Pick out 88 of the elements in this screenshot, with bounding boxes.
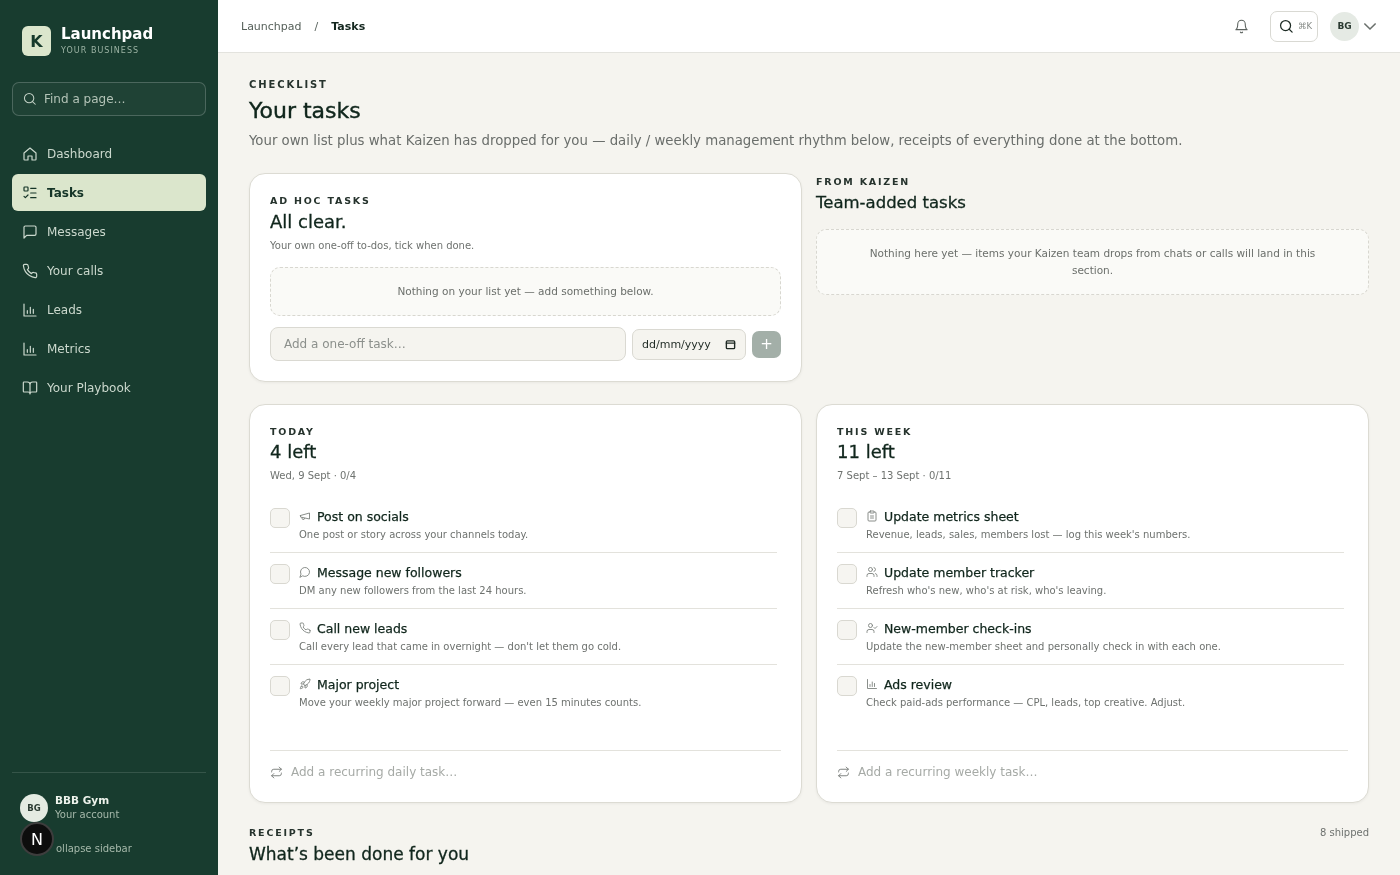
task-checkbox[interactable] [270,620,290,640]
task-description: Move your weekly major project forward — even 15 minutes counts. [299,696,642,710]
section-eyebrow: FROM KAIZEN [816,175,911,189]
card-title: 11 left [837,440,895,464]
task-checkbox[interactable] [270,508,290,528]
task-checkbox[interactable] [837,564,857,584]
rocket-icon [299,678,311,690]
collapse-sidebar-link[interactable]: ollapse sidebar [56,839,132,859]
section-title: What’s been done for you [249,843,470,865]
checklist-icon [22,184,38,201]
account-avatar: BG [20,793,48,822]
task-description: DM any new followers from the last 24 hours. [299,584,527,598]
nav-item[interactable]: Metrics [12,330,206,367]
card-eyebrow: THIS WEEK [837,425,913,439]
search-icon [23,92,37,106]
phone-icon [22,262,38,279]
section-eyebrow: RECEIPTS [249,826,315,840]
task-description: One post or story across your channels today. [299,528,529,542]
section-title: Team-added tasks [816,192,966,214]
card-eyebrow: AD HOC TASKS [270,194,371,208]
task-title: Message new followers [317,564,462,580]
task-checkbox[interactable] [270,676,290,696]
task-title: Update metrics sheet [884,508,1019,524]
user-check-icon [866,622,878,634]
bell-icon[interactable] [1234,18,1249,34]
task-description: Check paid-ads performance — CPL, leads, top creative. Adjust. [866,696,1186,710]
task-checkbox[interactable] [837,620,857,640]
section-eyebrow: CHECKLIST [249,78,328,92]
home-icon [22,145,38,162]
book-icon [22,379,38,396]
nav-item[interactable]: Leads [12,291,206,328]
brand-tagline: YOUR BUSINESS [61,45,140,57]
calendar-icon[interactable] [725,338,736,350]
task-description: Revenue, leads, sales, members lost — log this week's numbers. [866,528,1191,542]
repeat-icon [837,765,850,779]
user-avatar[interactable]: BG [1330,11,1359,41]
empty-state-message: Nothing here yet — items your Kaizen team drops from chats or calls will land in this section. [816,229,1369,295]
search-icon [1279,18,1294,34]
task-checkbox[interactable] [837,508,857,528]
bar-chart-icon [22,301,38,318]
bar-chart-icon [866,678,878,690]
account-name: BBB Gym [55,793,110,807]
task-description: Call every lead that came in overnight — don't let them go cold. [299,640,622,654]
page-title: Your tasks [249,97,361,125]
megaphone-icon [299,510,311,522]
task-checkbox[interactable] [270,564,290,584]
receipts-count: 8 shipped [1319,826,1369,840]
task-description: Update the new-member sheet and personally check in with each one. [866,640,1221,654]
task-title: New-member check-ins [884,620,1032,636]
task-title: Ads review [884,676,953,692]
breadcrumb-separator: / [314,19,319,33]
card-title: All clear. [270,210,347,234]
card-subtitle: Your own one-off to-dos, tick when done. [270,239,475,253]
breadcrumb-link[interactable]: Launchpad [241,19,302,33]
nav-item[interactable]: Messages [12,213,206,250]
account-subtitle: Your account [55,808,120,822]
bar-chart-icon [22,340,38,357]
nav-item[interactable]: Tasks [12,174,206,211]
repeat-icon [270,765,283,779]
card-eyebrow: TODAY [270,425,315,439]
task-description: Refresh who's new, who's at risk, who's leaving. [866,584,1107,598]
empty-state-message: Nothing on your list yet — add something below. [270,267,781,316]
logo-tile: K [22,26,51,56]
nav-item[interactable]: Your Playbook [12,369,206,406]
task-title: Major project [317,676,400,692]
chevron-down-icon[interactable] [1364,21,1376,31]
task-title: Call new leads [317,620,408,636]
recurring-task-input[interactable]: Add a recurring daily task… [291,762,551,782]
nav-item[interactable]: Dashboard [12,135,206,172]
card-title: 4 left [270,440,317,464]
clipboard-icon [866,510,878,522]
recurring-task-input[interactable]: Add a recurring weekly task… [858,762,1118,782]
task-title: Update member tracker [884,564,1035,580]
search-button[interactable]: ⌘K [1270,10,1318,42]
page-subtitle: Your own list plus what Kaizen has dropped for you — daily / weekly management rhythm below, receipts of everything done at the bottom. [249,132,1183,150]
speech-bubble-icon [299,566,311,578]
breadcrumb-current: Tasks [331,19,366,33]
task-checkbox[interactable] [837,676,857,696]
date-field[interactable]: dd/mm/yyyy [632,328,746,360]
card-meta: 7 Sept – 13 Sept · 0/11 [837,469,952,483]
users-icon [866,566,878,578]
chat-bubble-icon [22,223,38,240]
nav-item[interactable]: Your calls [12,252,206,289]
task-input[interactable]: Add a one-off task… [270,327,626,361]
brand-name: Launchpad [61,25,154,44]
task-title: Post on socials [317,508,409,524]
phone-icon [299,622,311,634]
card-meta: Wed, 9 Sept · 0/4 [270,469,357,483]
